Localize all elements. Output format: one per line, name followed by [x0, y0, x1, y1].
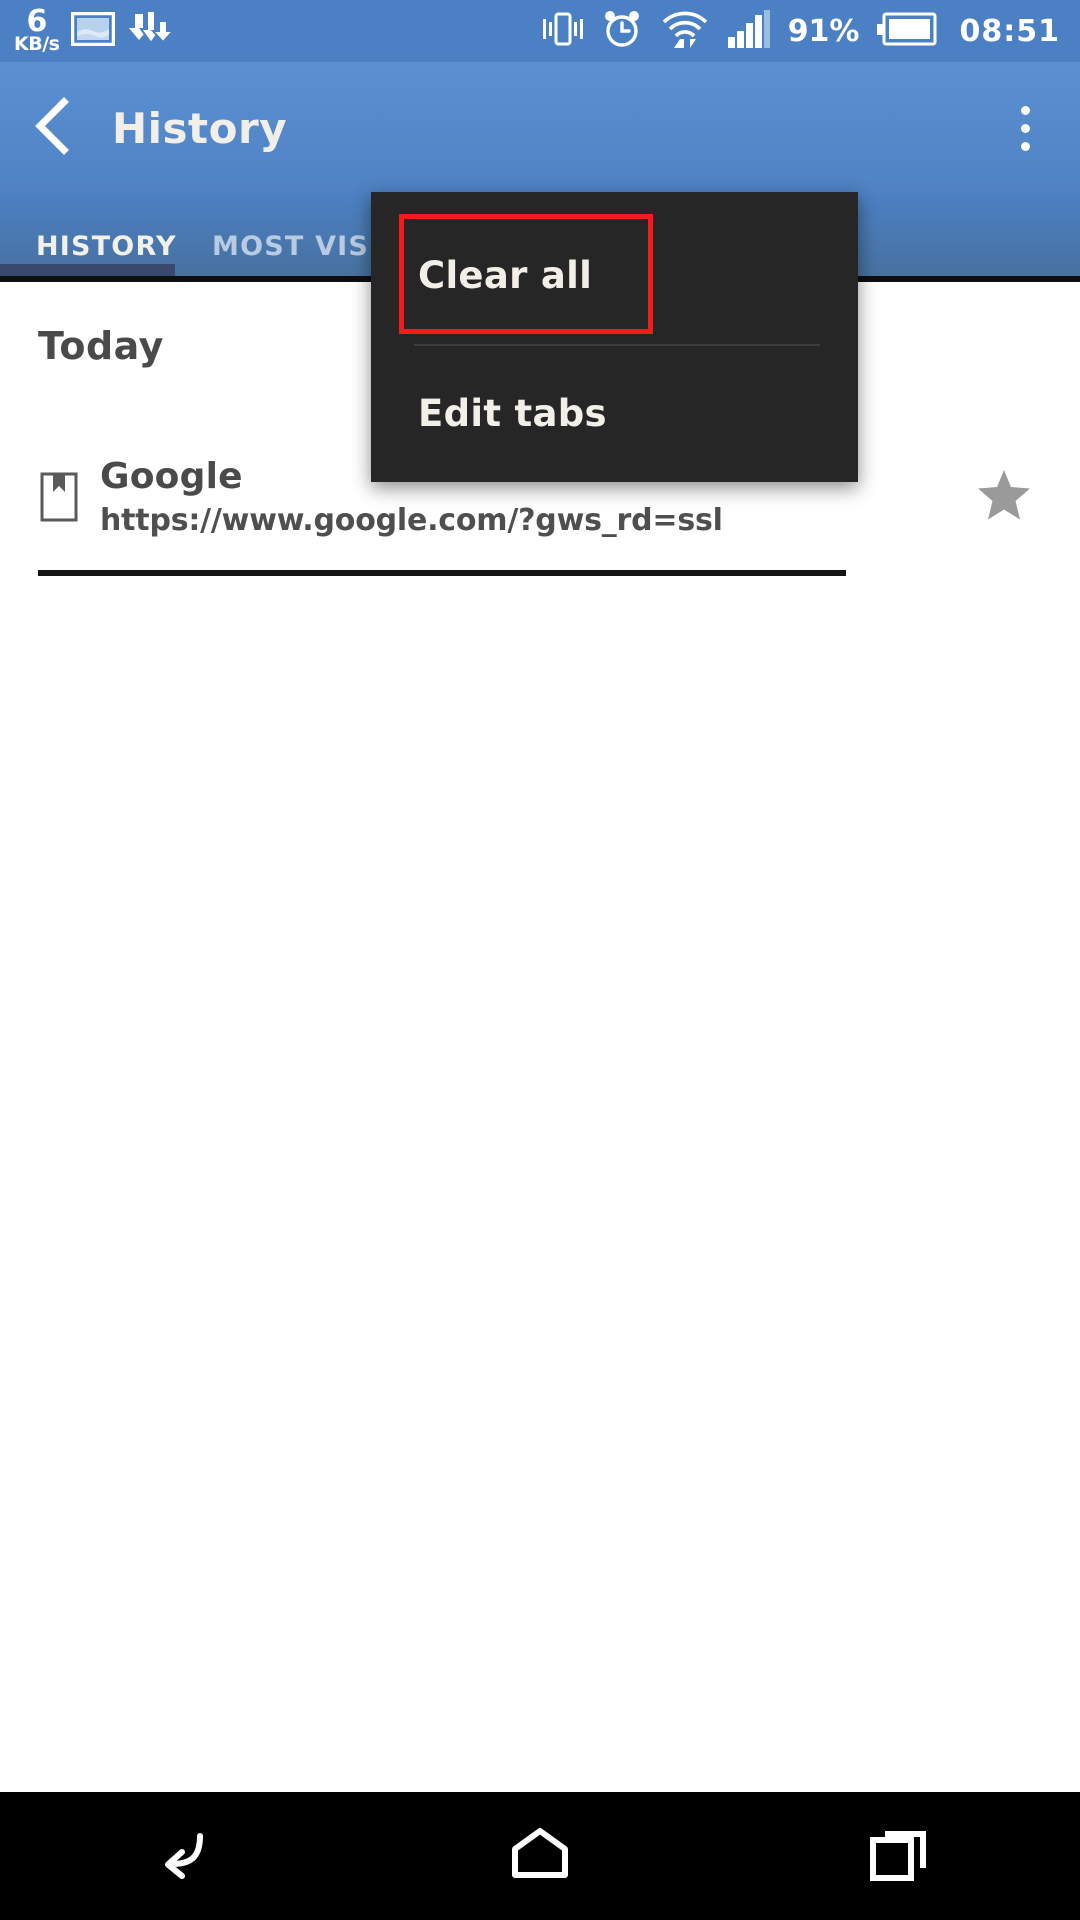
vibrate-icon: [542, 9, 584, 53]
home-nav-icon: [509, 1827, 571, 1885]
status-clock: 08:51: [959, 13, 1060, 49]
overflow-menu-popup: Clear all Edit tabs: [371, 192, 858, 482]
back-chevron-icon: [28, 96, 76, 160]
battery-icon: [876, 12, 937, 50]
star-icon[interactable]: [976, 468, 1032, 526]
overflow-menu-icon-dot3: [1020, 141, 1030, 151]
nav-recents-button[interactable]: [800, 1792, 1000, 1920]
back-nav-icon: [148, 1826, 212, 1886]
menu-item-edit-tabs-label: Edit tabs: [418, 391, 607, 435]
signal-icon: [727, 9, 771, 53]
overflow-menu-button[interactable]: [970, 62, 1080, 194]
status-bar-right: 91% 08:51: [542, 8, 1080, 54]
system-navigation-bar: [0, 1792, 1080, 1920]
tab-history[interactable]: HISTORY: [36, 231, 177, 262]
network-speed-value: 6: [26, 4, 48, 40]
menu-item-clear-all-label: Clear all: [418, 253, 593, 297]
nav-home-button[interactable]: [440, 1792, 640, 1920]
section-header-today: Today: [38, 324, 164, 368]
history-item-divider: [38, 570, 846, 576]
image-icon: [71, 11, 116, 50]
battery-percent-label: 91%: [787, 13, 860, 49]
status-bar-left: 6 KB/s: [0, 4, 176, 56]
recents-nav-icon: [869, 1826, 931, 1886]
network-speed-indicator: 6 KB/s: [14, 4, 60, 56]
menu-item-edit-tabs[interactable]: Edit tabs: [371, 354, 858, 472]
nav-back-button[interactable]: [80, 1792, 280, 1920]
status-bar: 6 KB/s 91% 08:51: [0, 0, 1080, 62]
wifi-icon: [660, 8, 710, 54]
menu-divider: [414, 344, 820, 346]
app-bar: History: [0, 62, 1080, 194]
page-bookmark-icon: [0, 471, 100, 523]
overflow-menu-icon: [1020, 105, 1030, 115]
downloads-icon: [127, 9, 176, 53]
menu-item-clear-all[interactable]: Clear all: [371, 214, 858, 336]
tab-active-indicator: [0, 264, 175, 276]
history-item-url: https://www.google.com/?gws_rd=ssl: [100, 503, 723, 538]
network-speed-unit: KB/s: [14, 33, 60, 56]
overflow-menu-icon-dot2: [1020, 123, 1030, 133]
history-list: Today Google https://www.google.com/?gws…: [0, 282, 1080, 1792]
alarm-icon: [601, 8, 643, 54]
page-title: History: [112, 103, 288, 153]
back-button[interactable]: [0, 62, 104, 194]
